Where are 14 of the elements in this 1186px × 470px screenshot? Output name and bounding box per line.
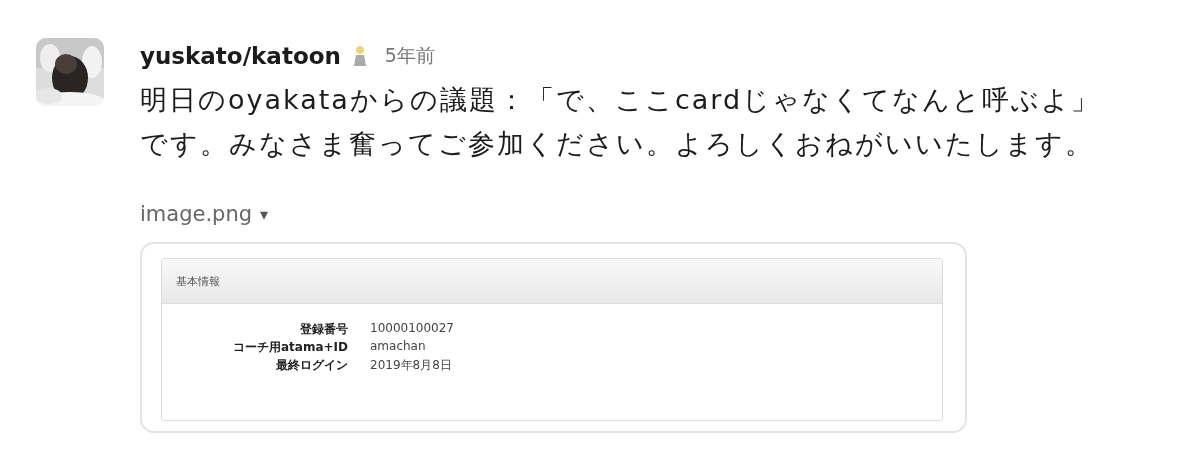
- field-label: 登録番号: [299, 321, 348, 338]
- message-text: 明日のoyakataからの議題：「で、ここcardじゃなくてなんと呼ぶよ」: [140, 83, 1101, 117]
- image-preview[interactable]: 基本情報 登録番号 10000100027 コーチ用atama+ID amachan 最終ログイン 2019年8月8日: [140, 242, 967, 433]
- field-label: コーチ用atama+ID: [232, 339, 348, 356]
- author-name[interactable]: yuskato/katoon: [140, 43, 341, 69]
- timestamp[interactable]: 5年前: [384, 43, 435, 69]
- field-value: 2019年8月8日: [370, 357, 453, 374]
- file-name[interactable]: image.png: [140, 202, 253, 226]
- field-label: 最終ログイン: [275, 357, 348, 374]
- field-value: amachan: [370, 339, 427, 355]
- panel-title: 基本情報: [176, 273, 220, 289]
- message-text: です。みなさま奮ってご参加ください。よろしくおねがいいたします。: [140, 127, 1095, 161]
- collapse-toggle[interactable]: ▾: [260, 204, 269, 224]
- field-value: 10000100027: [370, 321, 454, 337]
